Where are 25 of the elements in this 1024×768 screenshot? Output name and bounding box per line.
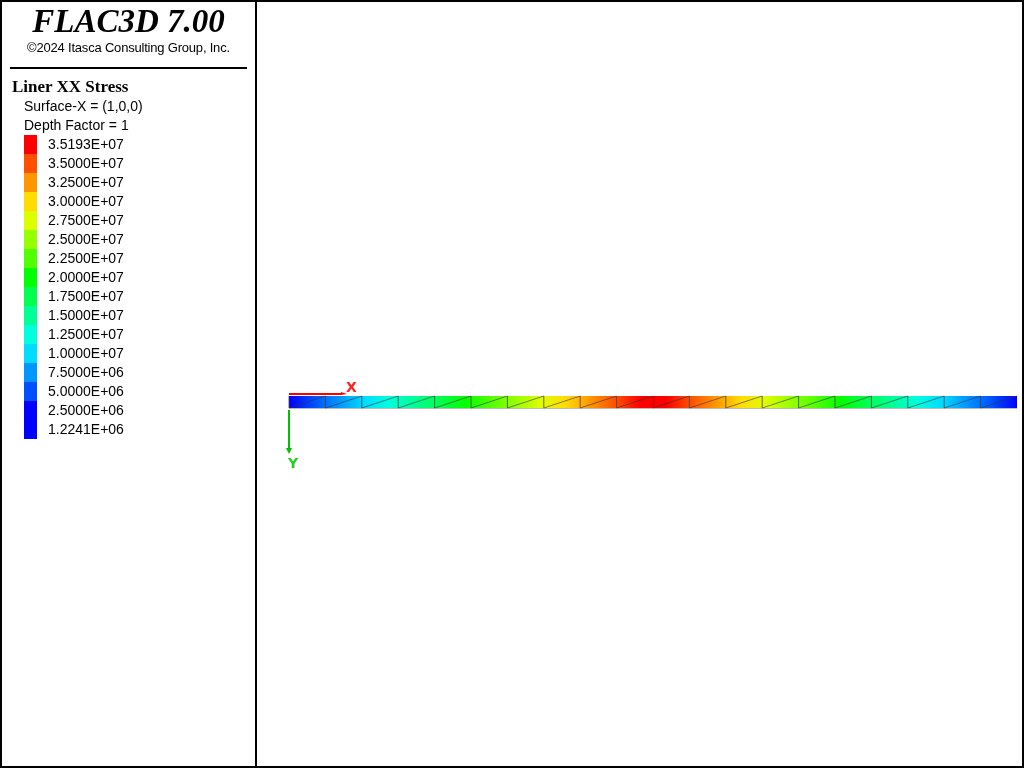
legend-value: 3.2500E+07 (48, 173, 124, 192)
copyright-text: ©2024 Itasca Consulting Group, Inc. (26, 40, 231, 55)
legend-info-text: Surface-X = (1,0,0) (24, 97, 144, 116)
legend-title: Liner XX Stress (12, 77, 130, 97)
legend-value: 1.2241E+06 (48, 420, 124, 439)
x-axis-label: X (346, 379, 357, 395)
legend-value: 3.5000E+07 (48, 154, 124, 173)
legend-value: 5.0000E+06 (48, 382, 124, 401)
legend-value: 2.5000E+06 (48, 401, 124, 420)
legend-value: 7.5000E+06 (48, 363, 124, 382)
legend-value: 3.0000E+07 (48, 192, 124, 211)
legend-value: 1.7500E+07 (48, 287, 124, 306)
legend-value: 2.2500E+07 (48, 249, 124, 268)
y-axis-arrow (286, 409, 292, 454)
legend-info-text: Depth Factor = 1 (24, 116, 130, 135)
legend-value: 2.7500E+07 (48, 211, 124, 230)
legend-value: 1.0000E+07 (48, 344, 124, 363)
x-axis-arrow (288, 392, 347, 395)
legend-value: 2.0000E+07 (48, 268, 124, 287)
app-title: FLAC3D 7.00 (31, 2, 226, 40)
legend-value: 1.5000E+07 (48, 306, 124, 325)
legend-value: 3.5193E+07 (48, 135, 124, 154)
legend-value: 2.5000E+07 (48, 230, 124, 249)
legend-value: 1.2500E+07 (48, 325, 124, 344)
y-axis-label: Y (288, 455, 299, 471)
